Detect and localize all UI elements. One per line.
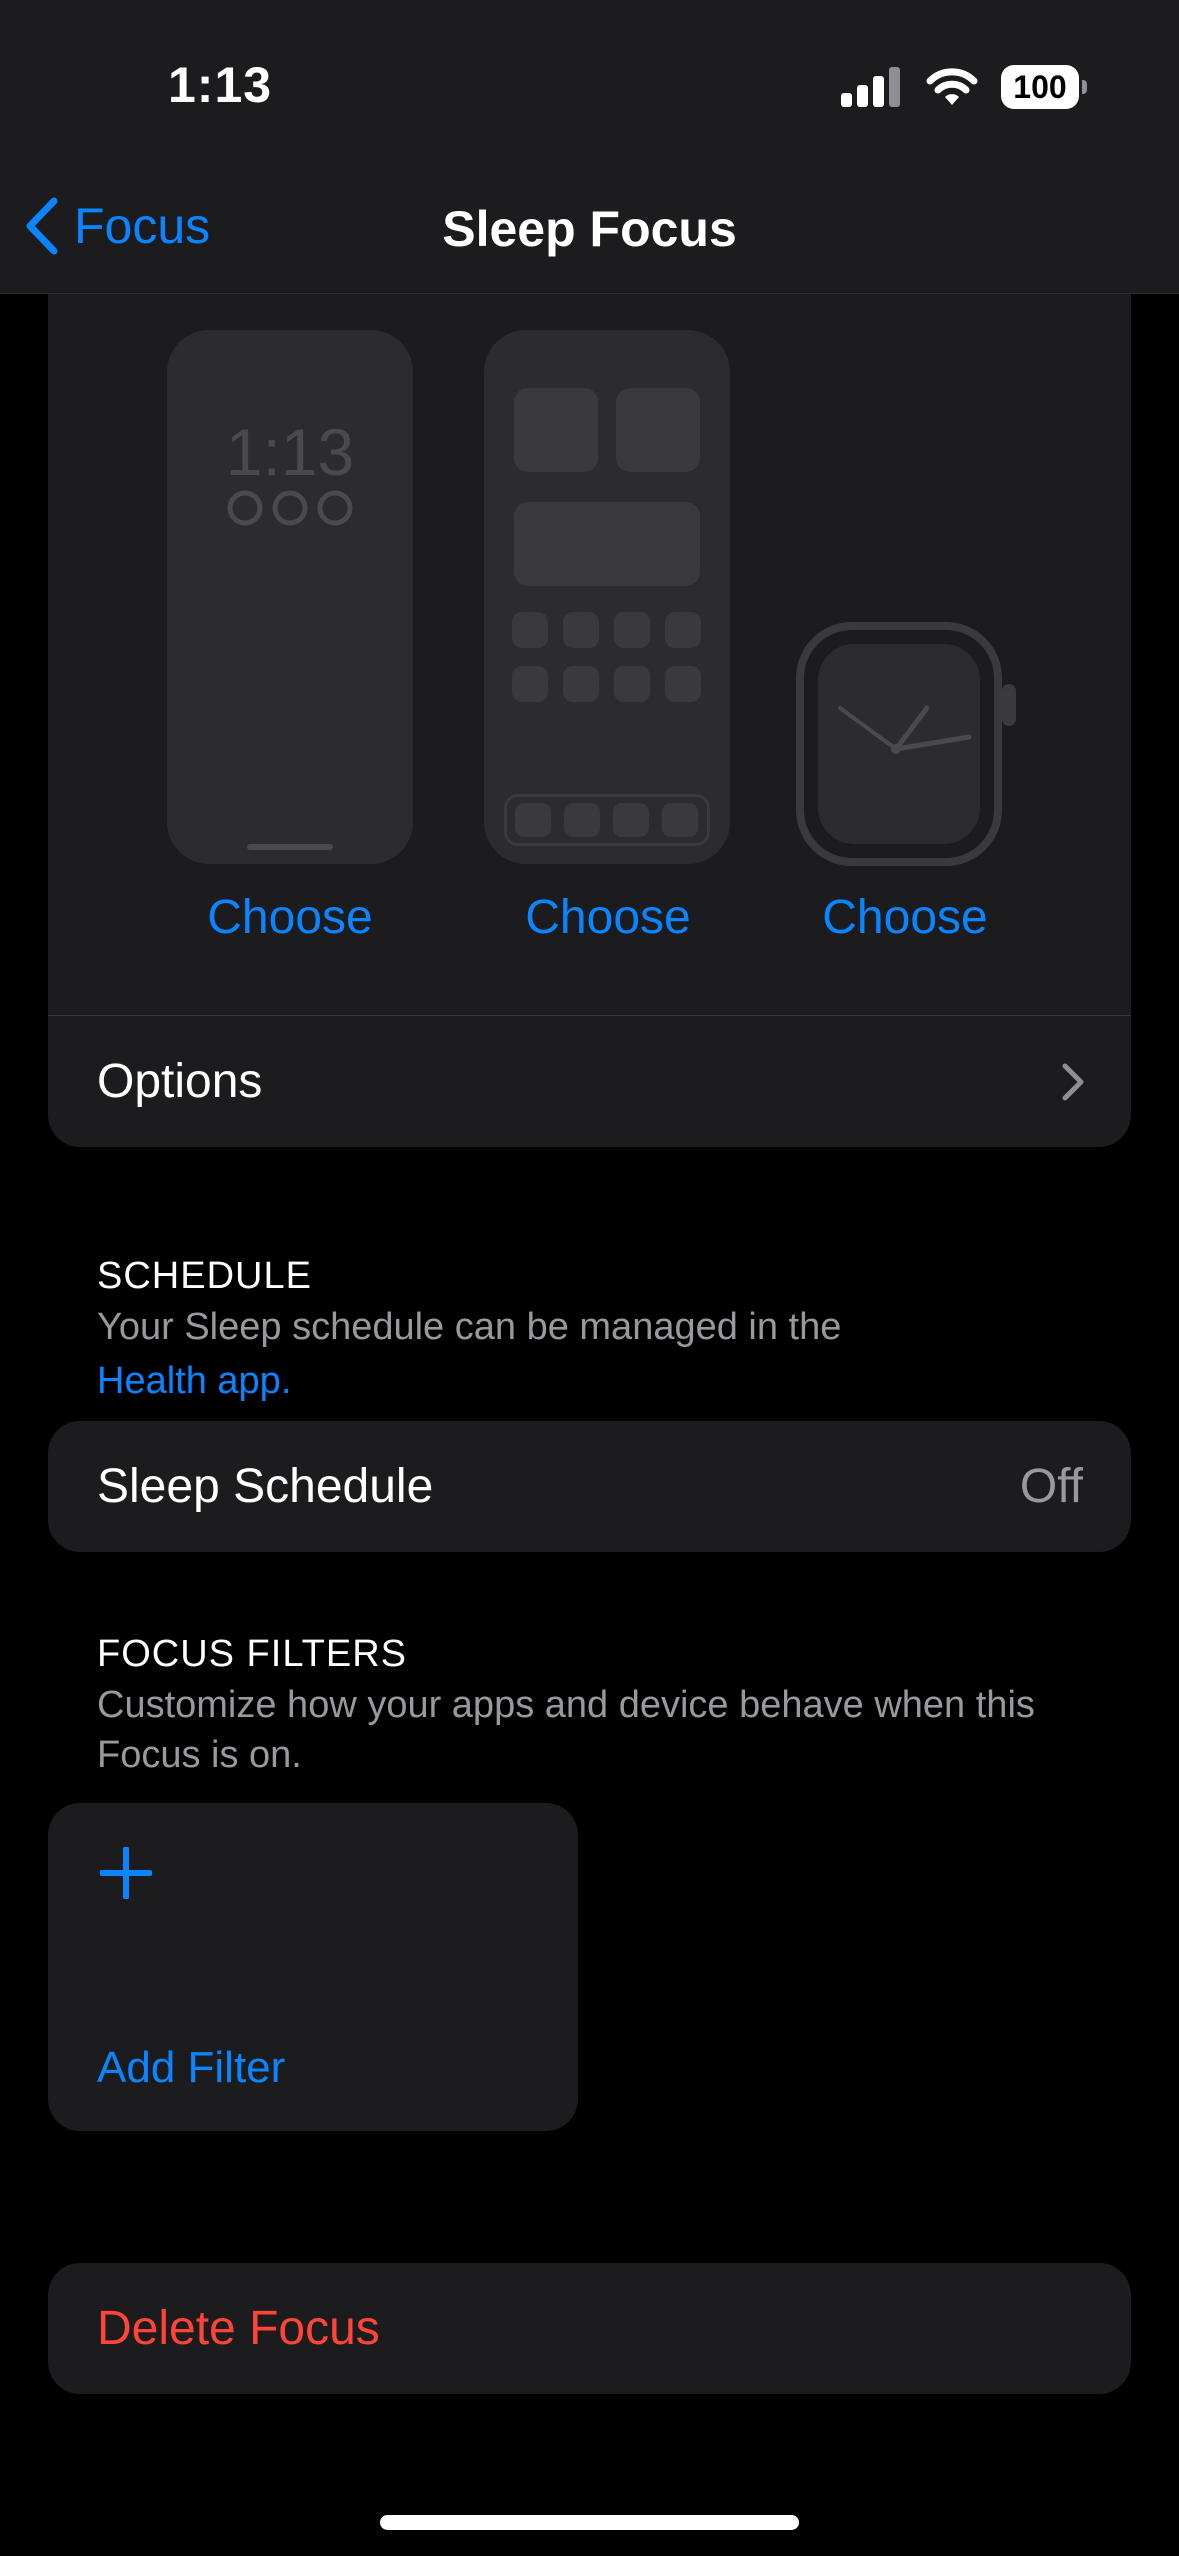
navigation-header: 1:13 100 Focus Sleep Focus — [0, 0, 1179, 294]
sleep-schedule-value: Off — [1019, 1460, 1083, 1513]
sleep-schedule-row[interactable]: Sleep Schedule Off — [48, 1421, 1131, 1552]
battery-icon: 100 — [1001, 65, 1087, 109]
watch-face-preview[interactable] — [796, 622, 1026, 867]
widget-tile — [616, 388, 700, 472]
options-label: Options — [97, 1055, 263, 1108]
health-app-link[interactable]: Health app — [97, 1360, 281, 1402]
screen: 1:13 100 Focus Sleep Focus 1:13 Choose C… — [0, 0, 1179, 2556]
focus-filters-section-header: FOCUS FILTERS — [97, 1633, 407, 1675]
app-icon — [665, 612, 701, 648]
schedule-section-header: SCHEDULE — [97, 1255, 312, 1297]
screen-customization-panel: 1:13 Choose Choose Choose Options — [48, 230, 1131, 1147]
options-row[interactable]: Options — [48, 1016, 1131, 1147]
app-icon — [563, 666, 599, 702]
cellular-signal-icon — [841, 67, 900, 107]
chevron-right-icon — [1062, 1063, 1084, 1101]
home-screen-preview[interactable] — [484, 330, 730, 864]
wifi-icon — [926, 68, 978, 105]
plus-icon — [100, 1847, 152, 1899]
dock-app-icon — [613, 803, 649, 837]
app-icon — [614, 666, 650, 702]
lock-screen-widgets-icon — [227, 490, 353, 526]
home-indicator — [247, 844, 333, 850]
lock-screen-preview[interactable]: 1:13 — [167, 330, 413, 864]
dock-app-icon — [662, 803, 698, 837]
status-indicators: 100 — [841, 62, 1087, 112]
schedule-description-text: Your Sleep schedule can be managed in th… — [97, 1306, 842, 1348]
dock-app-icon — [515, 803, 551, 837]
choose-watch-face-button[interactable]: Choose — [775, 890, 1035, 945]
add-filter-card[interactable]: Add Filter — [48, 1803, 578, 2131]
schedule-description: Your Sleep schedule can be managed in th… — [97, 1300, 1087, 1408]
app-icon — [614, 612, 650, 648]
page-title: Sleep Focus — [442, 201, 737, 257]
link-period: . — [280, 1360, 292, 1402]
app-icon — [563, 612, 599, 648]
app-icon — [512, 612, 548, 648]
choose-home-screen-button[interactable]: Choose — [478, 890, 738, 945]
lock-screen-time: 1:13 — [225, 415, 355, 489]
widget-tile — [514, 502, 700, 586]
dock — [504, 794, 710, 846]
widget-tile — [514, 388, 598, 472]
delete-focus-button[interactable]: Delete Focus — [48, 2263, 1131, 2394]
app-icon — [512, 666, 548, 702]
sleep-schedule-label: Sleep Schedule — [97, 1460, 434, 1513]
dock-app-icon — [564, 803, 600, 837]
status-time: 1:13 — [168, 57, 273, 113]
focus-filters-description: Customize how your apps and device behav… — [97, 1684, 1035, 1776]
app-icon — [665, 666, 701, 702]
delete-focus-label: Delete Focus — [97, 2302, 380, 2355]
add-filter-label: Add Filter — [97, 2043, 286, 2092]
choose-lock-screen-button[interactable]: Choose — [160, 890, 420, 945]
home-indicator-bar[interactable] — [380, 2515, 799, 2530]
